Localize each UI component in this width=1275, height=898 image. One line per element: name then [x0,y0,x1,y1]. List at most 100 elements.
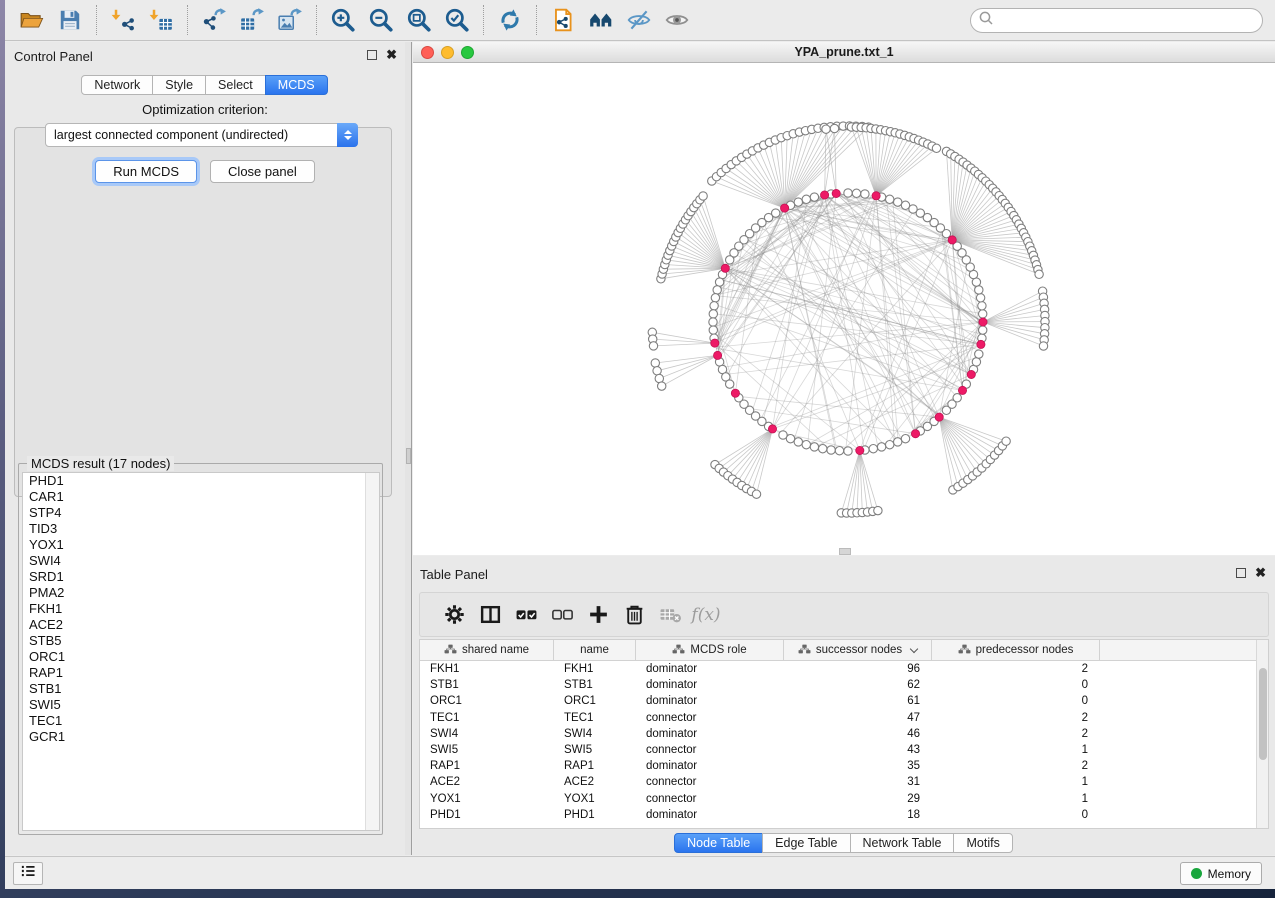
mcds-result-node[interactable]: FKH1 [23,601,379,617]
close-panel-button[interactable]: Close panel [210,160,315,183]
mcds-result-node[interactable]: CAR1 [23,489,379,505]
tab-style[interactable]: Style [152,75,206,95]
cell-shared-name[interactable]: ACE2 [420,776,554,788]
mcds-result-node[interactable]: SWI4 [23,553,379,569]
cell-shared-name[interactable]: PHD1 [420,809,554,821]
import-network-icon[interactable] [108,5,138,35]
cell-MCDS-role[interactable]: connector [636,712,784,724]
table-scrollbar[interactable] [1256,640,1268,828]
mcds-result-node[interactable]: STP4 [23,505,379,521]
cell-MCDS-role[interactable]: dominator [636,695,784,707]
mcds-list-scrollbar[interactable] [365,473,379,830]
table-scrollbar-thumb[interactable] [1259,668,1267,760]
cell-shared-name[interactable]: STB1 [420,679,554,691]
cell-name[interactable]: SWI5 [554,744,636,756]
zoom-out-icon[interactable] [366,5,396,35]
tab-node-table[interactable]: Node Table [674,833,763,853]
table-row[interactable]: YOX1YOX1connector291 [420,791,1268,807]
column-header-shared-name[interactable]: shared name [420,640,554,660]
cell-predecessor-nodes[interactable]: 2 [932,728,1100,740]
cell-predecessor-nodes[interactable]: 2 [932,712,1100,724]
cell-name[interactable]: SWI4 [554,728,636,740]
cell-shared-name[interactable]: ORC1 [420,695,554,707]
mcds-result-node[interactable]: PHD1 [23,473,379,489]
mcds-result-node[interactable]: GCR1 [23,729,379,745]
automation-panel-button[interactable] [13,862,43,885]
cell-name[interactable]: ACE2 [554,776,636,788]
cell-MCDS-role[interactable]: dominator [636,809,784,821]
deselect-all-checkboxes-icon[interactable] [544,600,580,630]
export-table-icon[interactable] [237,5,267,35]
tab-network-table[interactable]: Network Table [850,833,955,853]
column-header-predecessor-nodes[interactable]: predecessor nodes [932,640,1100,660]
mcds-result-node[interactable]: STB5 [23,633,379,649]
tab-edge-table[interactable]: Edge Table [762,833,850,853]
delete-columns-icon[interactable] [616,600,652,630]
select-all-checkboxes-icon[interactable] [508,600,544,630]
cell-successor-nodes[interactable]: 96 [784,663,932,675]
share-document-icon[interactable] [548,5,578,35]
cell-predecessor-nodes[interactable]: 2 [932,663,1100,675]
mcds-result-node[interactable]: YOX1 [23,537,379,553]
column-settings-gear-icon[interactable] [436,600,472,630]
close-panel-icon[interactable]: ✖ [386,50,397,60]
cell-shared-name[interactable]: TEC1 [420,712,554,724]
cell-successor-nodes[interactable]: 35 [784,760,932,772]
cell-shared-name[interactable]: YOX1 [420,793,554,805]
cell-successor-nodes[interactable]: 62 [784,679,932,691]
table-row[interactable]: STB1STB1dominator620 [420,677,1268,693]
cell-shared-name[interactable]: RAP1 [420,760,554,772]
tab-mcds[interactable]: MCDS [265,75,328,95]
save-session-icon[interactable] [55,5,85,35]
splitter-grip[interactable] [406,448,411,464]
column-header-successor-nodes[interactable]: successor nodes [784,640,932,660]
network-graph[interactable] [413,63,1275,555]
cell-name[interactable]: RAP1 [554,760,636,772]
cell-predecessor-nodes[interactable]: 0 [932,809,1100,821]
table-row[interactable]: SWI4SWI4dominator462 [420,726,1268,742]
table-row[interactable]: TEC1TEC1connector472 [420,710,1268,726]
mcds-result-node[interactable]: TID3 [23,521,379,537]
export-network-icon[interactable] [199,5,229,35]
mcds-result-node[interactable]: RAP1 [23,665,379,681]
mcds-result-list[interactable]: PHD1CAR1STP4TID3YOX1SWI4SRD1PMA2FKH1ACE2… [22,472,380,831]
cell-name[interactable]: TEC1 [554,712,636,724]
column-header-MCDS-role[interactable]: MCDS role [636,640,784,660]
cell-name[interactable]: STB1 [554,679,636,691]
zoom-fit-icon[interactable] [404,5,434,35]
cell-predecessor-nodes[interactable]: 1 [932,744,1100,756]
table-row[interactable]: PHD1PHD1dominator180 [420,807,1268,823]
table-row[interactable]: RAP1RAP1dominator352 [420,758,1268,774]
cell-name[interactable]: ORC1 [554,695,636,707]
mcds-result-node[interactable]: SWI5 [23,697,379,713]
cell-successor-nodes[interactable]: 46 [784,728,932,740]
export-image-icon[interactable] [275,5,305,35]
zoom-in-icon[interactable] [328,5,358,35]
cell-shared-name[interactable]: SWI4 [420,728,554,740]
mcds-result-node[interactable]: TEC1 [23,713,379,729]
run-mcds-button[interactable]: Run MCDS [95,160,197,183]
vertical-splitter[interactable] [405,42,412,855]
mcds-result-node[interactable]: ACE2 [23,617,379,633]
mcds-result-node[interactable]: SRD1 [23,569,379,585]
cell-shared-name[interactable]: SWI5 [420,744,554,756]
mcds-result-node[interactable]: STB1 [23,681,379,697]
cell-predecessor-nodes[interactable]: 0 [932,679,1100,691]
cell-predecessor-nodes[interactable]: 1 [932,793,1100,805]
mcds-result-node[interactable]: PMA2 [23,585,379,601]
cell-MCDS-role[interactable]: dominator [636,728,784,740]
cell-MCDS-role[interactable]: dominator [636,663,784,675]
zoom-selected-icon[interactable] [442,5,472,35]
network-window-titlebar[interactable]: YPA_prune.txt_1 [413,42,1275,63]
search-field[interactable] [970,8,1263,33]
tab-network[interactable]: Network [81,75,153,95]
table-row[interactable]: ACE2ACE2connector311 [420,774,1268,790]
add-column-icon[interactable] [580,600,616,630]
show-graphics-details-icon[interactable] [662,5,692,35]
hide-graphics-details-icon[interactable] [624,5,654,35]
cell-successor-nodes[interactable]: 31 [784,776,932,788]
birds-eye-view-icon[interactable] [586,5,616,35]
search-input[interactable] [994,11,1262,31]
refresh-icon[interactable] [495,5,525,35]
cell-predecessor-nodes[interactable]: 1 [932,776,1100,788]
